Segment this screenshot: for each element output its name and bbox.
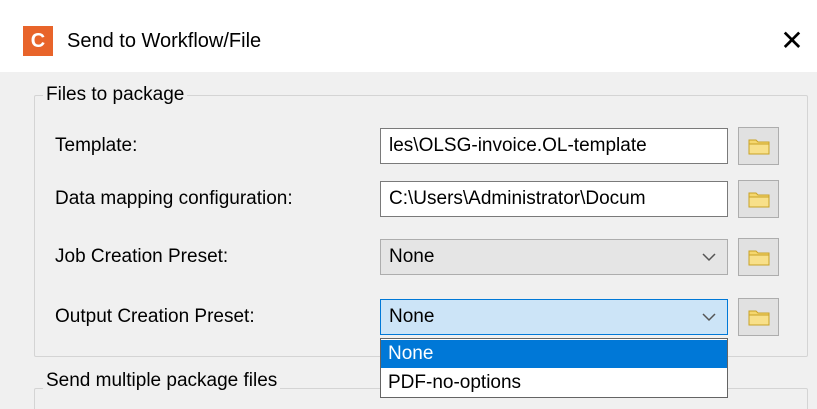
template-label: Template: (55, 135, 138, 156)
data-mapping-label: Data mapping configuration: (55, 188, 293, 209)
send-to-workflow-dialog: C Send to Workflow/File ✕ Files to packa… (0, 0, 817, 409)
files-to-package-legend: Files to package (43, 84, 188, 106)
output-preset-select[interactable]: None (380, 299, 728, 335)
folder-icon (748, 139, 770, 155)
output-preset-browse-button[interactable] (738, 298, 779, 336)
data-mapping-browse-button[interactable] (738, 180, 779, 218)
send-multiple-legend: Send multiple package files (43, 370, 281, 392)
title-bar: C Send to Workflow/File ✕ (0, 0, 817, 72)
chevron-down-icon (702, 313, 716, 322)
dropdown-option-none[interactable]: None (381, 340, 727, 368)
folder-icon (748, 250, 770, 266)
folder-icon (748, 192, 770, 208)
output-preset-value: None (389, 306, 435, 327)
template-browse-button[interactable] (738, 127, 779, 165)
app-logo-icon: C (23, 26, 53, 56)
output-preset-label: Output Creation Preset: (55, 306, 255, 327)
folder-icon (748, 310, 770, 326)
close-button[interactable]: ✕ (772, 22, 812, 60)
job-preset-label: Job Creation Preset: (55, 246, 229, 267)
chevron-down-icon (702, 253, 716, 262)
data-mapping-path-field[interactable]: C:\Users\Administrator\Docum (380, 181, 728, 217)
close-icon: ✕ (780, 25, 804, 56)
job-preset-select[interactable]: None (380, 239, 728, 275)
dropdown-option-pdf-no-options[interactable]: PDF-no-options (381, 369, 727, 397)
job-preset-value: None (389, 246, 435, 267)
output-preset-dropdown-list: None PDF-no-options (380, 338, 728, 398)
job-preset-browse-button[interactable] (738, 238, 779, 276)
template-path-field[interactable]: les\OLSG-invoice.OL-template (380, 128, 728, 164)
dialog-title: Send to Workflow/File (67, 30, 262, 52)
